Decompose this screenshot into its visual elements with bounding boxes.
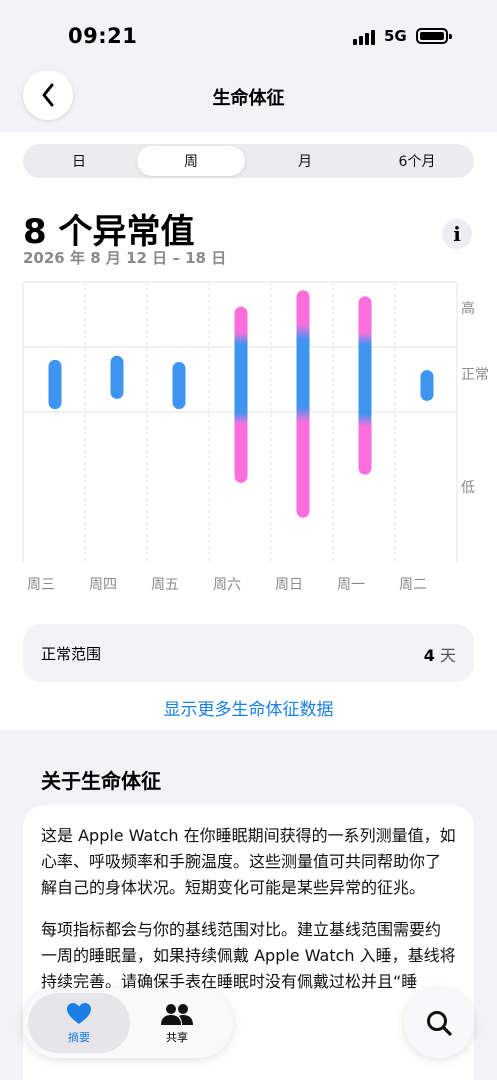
chart-x-label: 周二 bbox=[399, 577, 427, 593]
chart-bar-1[interactable] bbox=[48, 359, 62, 410]
normal-range-value: 4 天 bbox=[424, 642, 456, 666]
normal-range-label: 正常范围 bbox=[41, 645, 102, 663]
show-more-link[interactable]: 显示更多生命体征数据 bbox=[0, 695, 497, 720]
status-bar: 09:21 5G bbox=[0, 0, 497, 70]
chart-x-label: 周六 bbox=[213, 577, 241, 593]
normal-range-row: 正常范围 4 天 bbox=[23, 624, 474, 682]
chart-x-label: 周四 bbox=[89, 577, 117, 593]
chart-y-label: 高 bbox=[461, 300, 475, 317]
about-paragraph-1: 这是 Apple Watch 在你睡眠期间获得的一系列测量值，如心率、呼吸频率和… bbox=[41, 826, 456, 897]
page-title: 生命体征 bbox=[212, 88, 285, 109]
chart-x-label: 周日 bbox=[275, 577, 303, 593]
status-time: 09:21 bbox=[68, 24, 138, 48]
search-button[interactable] bbox=[404, 988, 474, 1058]
normal-range-days: 4 bbox=[423, 646, 435, 665]
network-label: 5G bbox=[384, 27, 407, 45]
tab-bar: 摘要 共享 bbox=[23, 988, 233, 1058]
chart-bar-6[interactable] bbox=[358, 296, 372, 475]
chart-x-label: 周五 bbox=[151, 577, 179, 593]
search-icon bbox=[427, 1011, 452, 1036]
about-title: 关于生命体征 bbox=[41, 769, 161, 793]
battery-icon bbox=[416, 28, 452, 44]
vitals-card: 日 周 月 6个月 8 个异常值 2026 年 8 月 12 日 – 18 日 … bbox=[0, 132, 497, 730]
chart-x-label: 周三 bbox=[27, 577, 55, 593]
chart-bar-5[interactable] bbox=[296, 290, 310, 518]
tab-sharing[interactable]: 共享 bbox=[126, 993, 228, 1053]
chart-y-label: 正常 bbox=[461, 367, 489, 383]
people-icon bbox=[161, 1003, 193, 1025]
heart-icon bbox=[67, 1002, 91, 1024]
chart-bar-3[interactable] bbox=[172, 361, 186, 410]
nav-bar: 生命体征 bbox=[0, 70, 497, 132]
normal-range-unit: 天 bbox=[439, 646, 456, 665]
chart-x-label: 周一 bbox=[337, 577, 365, 593]
chart-y-label: 低 bbox=[461, 480, 475, 496]
chart-bar-2[interactable] bbox=[110, 355, 124, 399]
tab-summary[interactable]: 摘要 bbox=[28, 993, 130, 1053]
tab-sharing-label: 共享 bbox=[166, 1030, 188, 1044]
tab-summary-label: 摘要 bbox=[68, 1030, 90, 1044]
signal-icon bbox=[353, 29, 379, 45]
chart-bar-7[interactable] bbox=[420, 370, 434, 401]
chart-bar-4[interactable] bbox=[234, 306, 248, 483]
